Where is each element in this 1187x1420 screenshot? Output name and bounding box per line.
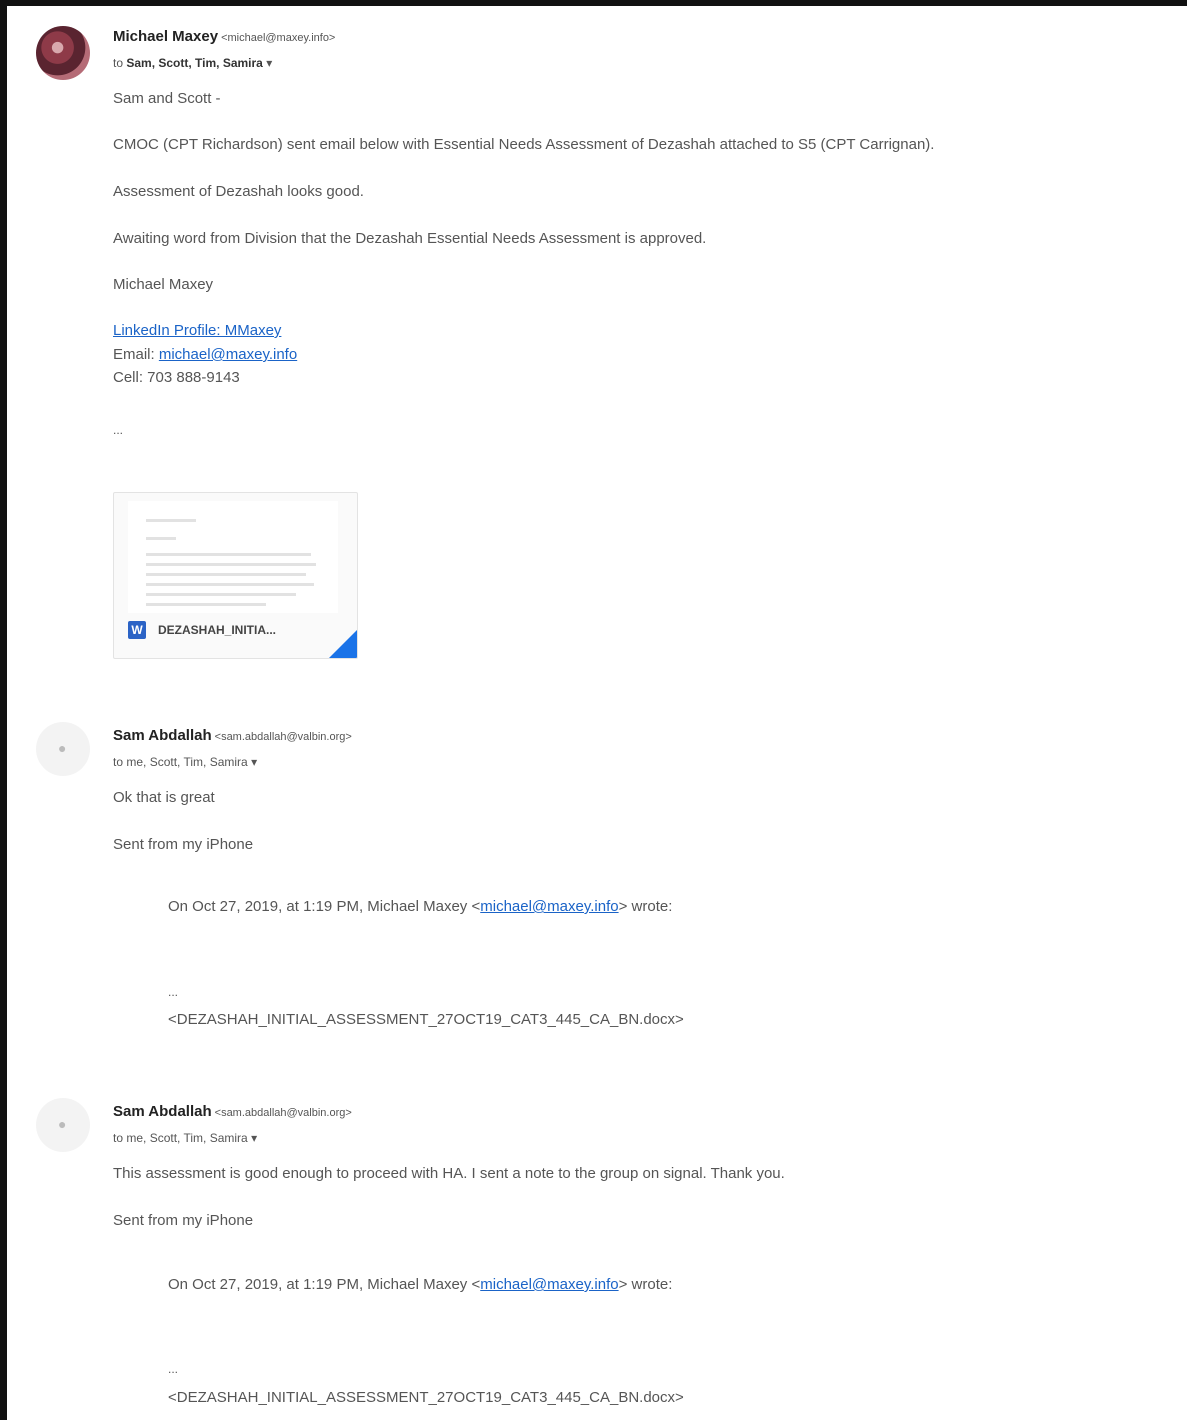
to-prefix: to xyxy=(113,755,124,769)
attachment-name: DEZASHAH_INITIA... xyxy=(158,623,277,637)
recipients-line: to Sam, Scott, Tim, Samira ▾ xyxy=(113,56,272,70)
trimmed-content-toggle[interactable]: ... xyxy=(168,1362,178,1376)
sender-name[interactable]: Michael Maxey xyxy=(113,28,218,45)
trimmed-content-toggle[interactable]: ... xyxy=(113,423,123,437)
quote-email-link[interactable]: michael@maxey.info xyxy=(480,1276,618,1293)
quote-header: On Oct 27, 2019, at 1:19 PM, Michael Max… xyxy=(168,898,673,915)
message-header: Sam Abdallah <sam.abdallah@valbin.org> xyxy=(113,727,352,745)
chevron-down-icon[interactable]: ▾ xyxy=(251,755,257,769)
recipients-line: to me, Scott, Tim, Samira ▾ xyxy=(113,1131,257,1145)
chevron-down-icon[interactable]: ▾ xyxy=(251,1131,257,1145)
person-icon: ● xyxy=(58,1116,67,1132)
message-body-line: This assessment is good enough to procee… xyxy=(113,1165,785,1182)
sender-avatar[interactable]: ● xyxy=(36,1098,90,1152)
quote-email-link[interactable]: michael@maxey.info xyxy=(480,898,618,915)
signature-name: Michael Maxey xyxy=(113,276,214,293)
trimmed-content-toggle[interactable]: ... xyxy=(168,985,178,999)
message-body-line: Sam and Scott - xyxy=(113,90,221,107)
message-body-line: Ok that is great xyxy=(113,789,215,806)
sender-email: <michael@maxey.info> xyxy=(221,32,336,44)
email-link[interactable]: michael@maxey.info xyxy=(159,346,297,363)
sender-name[interactable]: Sam Abdallah xyxy=(113,727,212,744)
message-body-line: Sent from my iPhone xyxy=(113,836,254,853)
signature-email: Email: michael@maxey.info xyxy=(113,346,297,363)
email-label: Email: xyxy=(113,346,155,363)
sender-avatar[interactable]: ● xyxy=(36,722,90,776)
sender-name[interactable]: Sam Abdallah xyxy=(113,1103,212,1120)
word-doc-icon: W xyxy=(128,621,146,639)
quote-header: On Oct 27, 2019, at 1:19 PM, Michael Max… xyxy=(168,1276,673,1293)
recipients: me, Scott, Tim, Samira xyxy=(126,755,248,769)
screenshot-frame xyxy=(0,0,1187,1420)
quoted-attachment: <DEZASHAH_INITIAL_ASSESSMENT_27OCT19_CAT… xyxy=(168,1011,684,1028)
sender-email: <sam.abdallah@valbin.org> xyxy=(214,731,352,743)
to-prefix: to xyxy=(113,56,124,70)
message-body-line: Awaiting word from Division that the Dez… xyxy=(113,230,707,247)
recipients: me, Scott, Tim, Samira xyxy=(126,1131,248,1145)
person-icon: ● xyxy=(58,740,67,756)
quoted-attachment: <DEZASHAH_INITIAL_ASSESSMENT_27OCT19_CAT… xyxy=(168,1389,684,1406)
recipients-line: to me, Scott, Tim, Samira ▾ xyxy=(113,755,257,769)
signature-cell: Cell: 703 888-9143 xyxy=(113,369,240,386)
message-header: Sam Abdallah <sam.abdallah@valbin.org> xyxy=(113,1103,352,1121)
to-prefix: to xyxy=(113,1131,124,1145)
attachment-preview xyxy=(128,501,338,613)
recipients: Sam, Scott, Tim, Samira xyxy=(126,56,263,70)
sender-avatar[interactable] xyxy=(36,26,90,80)
message-body-line: Sent from my iPhone xyxy=(113,1212,254,1229)
message-body-line: Assessment of Dezashah looks good. xyxy=(113,183,364,200)
chevron-down-icon[interactable]: ▾ xyxy=(266,56,272,70)
linkedin-link[interactable]: LinkedIn Profile: MMaxey xyxy=(113,322,281,339)
fold-corner-icon xyxy=(329,630,357,658)
attachment-card[interactable]: W DEZASHAH_INITIA... xyxy=(113,492,358,659)
message-body-line: CMOC (CPT Richardson) sent email below w… xyxy=(113,136,935,153)
sender-email: <sam.abdallah@valbin.org> xyxy=(214,1107,352,1119)
message-header: Michael Maxey <michael@maxey.info> xyxy=(113,28,335,46)
